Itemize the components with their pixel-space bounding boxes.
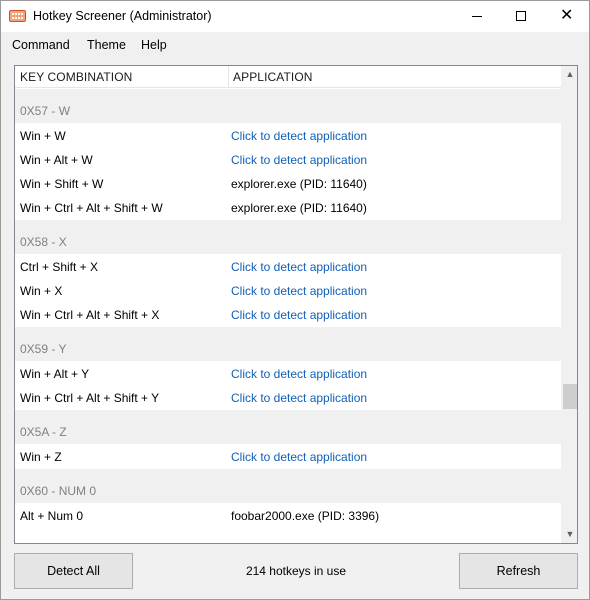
vertical-scrollbar[interactable]: ▲ ▼ (561, 66, 577, 543)
status-text: 214 hotkeys in use (245, 564, 347, 578)
key-combination-cell: Win + W (20, 129, 66, 143)
keyboard-icon (9, 10, 26, 22)
app-window: Hotkey Screener (Administrator) ✕ Comman… (0, 0, 590, 600)
key-combination-cell: Win + Ctrl + Alt + Shift + X (20, 308, 160, 322)
table-row[interactable]: Win + W Click to detect application (15, 124, 561, 148)
table-row[interactable]: Win + Ctrl + Alt + Shift + Y Click to det… (15, 386, 561, 410)
table-row[interactable]: Win + Alt + W Click to detect application (15, 148, 561, 172)
group-header: 0X60 - NUM 0 (15, 469, 561, 503)
scroll-up-arrow-icon[interactable]: ▲ (562, 66, 577, 83)
key-combination-cell: Win + Z (20, 450, 62, 464)
menu-command[interactable]: Command (12, 38, 70, 52)
key-combination-cell: Win + Shift + W (20, 177, 104, 191)
key-combination-cell: Win + Ctrl + Alt + Shift + Y (20, 391, 160, 405)
maximize-button[interactable] (499, 1, 544, 32)
table-row[interactable]: Win + Z Click to detect application (15, 445, 561, 469)
detect-application-link[interactable]: Click to detect application (231, 284, 367, 298)
detect-application-link[interactable]: Click to detect application (231, 391, 367, 405)
maximize-icon (516, 11, 526, 21)
table-row[interactable]: Win + Shift + W explorer.exe (PID: 11640) (15, 172, 561, 196)
minimize-icon (472, 16, 482, 17)
key-combination-cell: Ctrl + Shift + X (20, 260, 99, 274)
key-combination-cell: Win + X (20, 284, 63, 298)
group-header: 0X58 - X (15, 220, 561, 254)
close-button[interactable]: ✕ (544, 1, 589, 32)
detect-application-link[interactable]: Click to detect application (231, 450, 367, 464)
list-header: KEY COMBINATION APPLICATION (15, 66, 561, 88)
window-title: Hotkey Screener (Administrator) (33, 9, 212, 23)
key-combination-cell: Win + Ctrl + Alt + Shift + W (20, 201, 163, 215)
table-row[interactable]: Ctrl + Shift + X Click to detect applicat… (15, 255, 561, 279)
detect-application-link[interactable]: Click to detect application (231, 367, 367, 381)
table-row[interactable]: Win + X Click to detect application (15, 279, 561, 303)
refresh-button[interactable]: Refresh (459, 553, 578, 589)
detect-application-link[interactable]: Click to detect application (231, 308, 367, 322)
table-row[interactable]: Win + Alt + Y Click to detect application (15, 362, 561, 386)
group-header: 0X59 - Y (15, 327, 561, 361)
title-bar[interactable]: Hotkey Screener (Administrator) ✕ (1, 1, 589, 32)
group-label: 0X5A - Z (20, 425, 67, 439)
column-header-application[interactable]: APPLICATION (233, 70, 313, 84)
detect-application-link[interactable]: Click to detect application (231, 129, 367, 143)
detect-all-button[interactable]: Detect All (14, 553, 133, 589)
application-cell: foobar2000.exe (PID: 3396) (231, 509, 380, 523)
minimize-button[interactable] (454, 1, 499, 32)
key-combination-cell: Alt + Num 0 (20, 509, 84, 523)
table-row[interactable]: Win + Ctrl + Alt + Shift + X Click to det… (15, 303, 561, 327)
column-header-key-combination[interactable]: KEY COMBINATION (20, 70, 132, 84)
list-body: 0X57 - W Win + W Click to detect applicati… (15, 89, 561, 543)
detect-application-link[interactable]: Click to detect application (231, 260, 367, 274)
scrollbar-thumb[interactable] (563, 383, 577, 409)
group-label: 0X57 - W (20, 104, 71, 118)
hotkey-list[interactable]: KEY COMBINATION APPLICATION 0X57 - W Win … (14, 65, 578, 544)
key-combination-cell: Win + Alt + Y (20, 367, 90, 381)
group-label: 0X59 - Y (20, 342, 67, 356)
table-row[interactable]: Alt + Num 0 foobar2000.exe (PID: 3396) (15, 504, 561, 528)
application-cell: explorer.exe (PID: 11640) (231, 177, 367, 191)
group-header: 0X57 - W (15, 89, 561, 123)
group-label: 0X60 - NUM 0 (20, 484, 97, 498)
table-row[interactable]: Win + Ctrl + Alt + Shift + W explorer.exe… (15, 196, 561, 220)
scroll-down-arrow-icon[interactable]: ▼ (562, 526, 577, 543)
menu-theme[interactable]: Theme (87, 38, 126, 52)
group-label: 0X58 - X (20, 235, 67, 249)
menu-bar: Command Theme Help (1, 32, 589, 57)
close-icon: ✕ (560, 7, 574, 24)
menu-help[interactable]: Help (141, 38, 167, 52)
detect-application-link[interactable]: Click to detect application (231, 153, 367, 167)
application-cell: explorer.exe (PID: 11640) (231, 201, 367, 215)
group-header: 0X5A - Z (15, 410, 561, 444)
key-combination-cell: Win + Alt + W (20, 153, 93, 167)
column-divider[interactable] (228, 66, 229, 88)
